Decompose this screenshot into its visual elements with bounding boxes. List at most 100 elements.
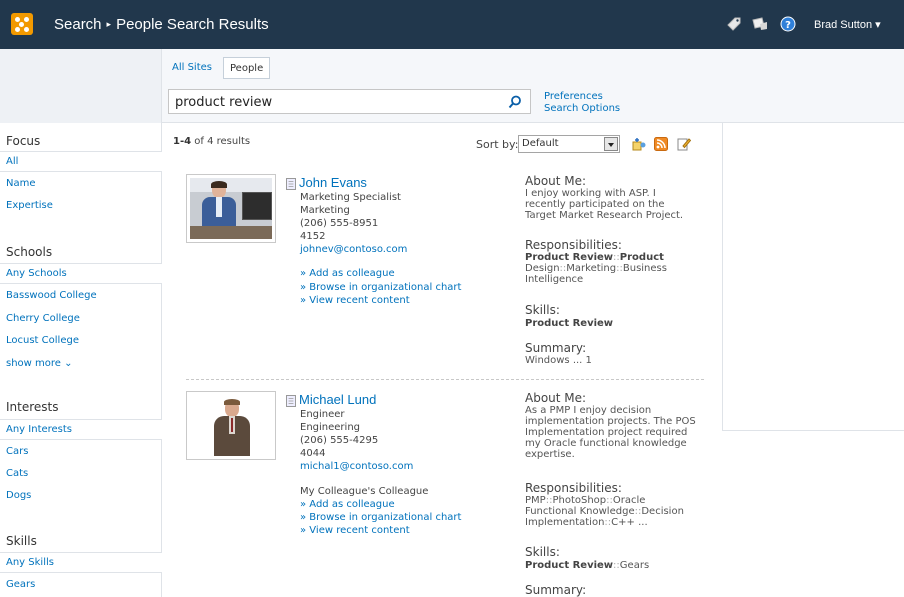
- interests-item-any[interactable]: Any Interests: [0, 419, 162, 440]
- page-title: People Search Results: [116, 16, 269, 33]
- user-menu[interactable]: Brad Sutton ▾: [814, 18, 881, 31]
- resp-sep: ::: [606, 495, 613, 506]
- search-links: Preferences Search Options: [544, 91, 620, 115]
- interests-item-cars[interactable]: Cars: [0, 442, 162, 463]
- tab-people[interactable]: People: [223, 57, 271, 79]
- summary-heading: Summary:: [525, 583, 587, 597]
- interests-item-cats[interactable]: Cats: [0, 464, 162, 485]
- resp-term: C++: [611, 517, 635, 528]
- responsibilities-text: Product Review::Product Design::Marketin…: [525, 252, 707, 285]
- refinement-panel: Focus All Name Expertise Schools Any Sch…: [0, 123, 162, 597]
- sort-value: Default: [522, 138, 559, 149]
- schools-item-basswood[interactable]: Basswood College: [0, 286, 162, 307]
- about-line: Implementation project required: [525, 427, 688, 438]
- interests-item-dogs[interactable]: Dogs: [0, 486, 162, 507]
- schools-show-more[interactable]: show more ⌄: [0, 354, 162, 375]
- person-extension: 4044: [300, 448, 326, 459]
- resp-term: Business: [622, 263, 667, 274]
- responsibilities-heading: Responsibilities:: [525, 481, 622, 495]
- skills-item-gears[interactable]: Gears: [0, 575, 162, 596]
- resp-term: Implementation: [525, 517, 605, 528]
- about-line: expertise.: [525, 449, 575, 460]
- rss-icon[interactable]: [654, 137, 668, 151]
- help-icon[interactable]: ?: [780, 16, 796, 32]
- schools-item-any[interactable]: Any Schools: [0, 263, 162, 284]
- summary-heading: Summary:: [525, 341, 587, 355]
- person-title: Marketing Specialist: [300, 192, 401, 203]
- resp-ellipsis: ...: [638, 517, 648, 528]
- resp-term: Intelligence: [525, 274, 584, 285]
- about-line: Target Market Research Project.: [525, 210, 684, 221]
- search-options-link[interactable]: Search Options: [544, 103, 620, 115]
- focus-heading: Focus: [6, 134, 41, 148]
- person-email-link[interactable]: johnev@contoso.com: [300, 244, 407, 255]
- focus-item-all[interactable]: All: [0, 151, 162, 172]
- preferences-link[interactable]: Preferences: [544, 91, 620, 103]
- resp-term: PMP: [525, 495, 546, 506]
- skills-item-any[interactable]: Any Skills: [0, 552, 162, 573]
- person-name-link[interactable]: Michael Lund: [299, 392, 376, 407]
- resp-term: Functional Knowledge: [525, 506, 635, 517]
- resp-term: Product: [619, 252, 664, 263]
- breadcrumb-separator-icon: ▸: [106, 19, 112, 29]
- search-alert-icon[interactable]: [632, 137, 646, 151]
- skills-heading-result: Skills:: [525, 303, 560, 317]
- notes-icon[interactable]: [752, 16, 768, 32]
- about-me-text: As a PMP I enjoy decision implementation…: [525, 405, 707, 460]
- breadcrumb-search-link[interactable]: Search: [54, 16, 102, 33]
- person-extension: 4152: [300, 231, 326, 242]
- focus-item-expertise[interactable]: Expertise: [0, 196, 162, 217]
- search-query-text: product review: [175, 95, 273, 110]
- search-area-spacer: [0, 49, 162, 123]
- tag-icon[interactable]: [726, 16, 742, 32]
- top-bar: Search ▸ People Search Results ? Brad Sutt…: [0, 0, 904, 49]
- browse-org-chart-link[interactable]: » Browse in organizational chart: [300, 512, 461, 523]
- resp-term: Design: [525, 263, 560, 274]
- right-panel: [722, 123, 904, 431]
- person-department: Marketing: [300, 205, 350, 216]
- about-me-text: I enjoy working with ASP. I recently par…: [525, 188, 707, 221]
- edit-page-icon[interactable]: [677, 137, 691, 151]
- view-recent-content-link[interactable]: » View recent content: [300, 295, 410, 306]
- focus-item-name[interactable]: Name: [0, 174, 162, 195]
- skills-heading-result: Skills:: [525, 545, 560, 559]
- summary-text: Windows ... 1: [525, 355, 592, 366]
- person-email-link[interactable]: michal1@contoso.com: [300, 461, 413, 472]
- schools-item-locust[interactable]: Locust College: [0, 331, 162, 352]
- chevron-down-icon: ▾: [875, 19, 881, 31]
- search-icon[interactable]: [508, 95, 522, 109]
- resp-term: PhotoShop: [552, 495, 607, 506]
- tab-all-sites[interactable]: All Sites: [166, 57, 218, 79]
- profile-photo-michael-lund[interactable]: [186, 391, 276, 460]
- about-line: recently participated on the: [525, 199, 665, 210]
- document-icon: [286, 178, 296, 190]
- about-line: implementation projects. The POS: [525, 416, 696, 427]
- skill-term: Product Review: [525, 560, 614, 571]
- skill-sep: ::: [613, 560, 620, 571]
- browse-org-chart-link[interactable]: » Browse in organizational chart: [300, 282, 461, 293]
- resp-term: Oracle: [612, 495, 646, 506]
- breadcrumb: Search ▸ People Search Results: [54, 16, 269, 33]
- add-as-colleague-link[interactable]: » Add as colleague: [300, 268, 395, 279]
- site-logo-icon[interactable]: [11, 13, 33, 35]
- responsibilities-text: PMP::PhotoShop::Oracle Functional Knowle…: [525, 495, 707, 528]
- portrait-photo-image: [190, 395, 272, 456]
- add-as-colleague-link[interactable]: » Add as colleague: [300, 499, 395, 510]
- sort-select[interactable]: Default: [518, 135, 620, 153]
- about-me-heading: About Me:: [525, 174, 587, 188]
- person-title: Engineer: [300, 409, 345, 420]
- person-department: Engineering: [300, 422, 360, 433]
- person-name-link[interactable]: John Evans: [299, 175, 367, 190]
- view-recent-content-link[interactable]: » View recent content: [300, 525, 410, 536]
- resp-term: Product Review: [525, 252, 614, 263]
- chevron-down-icon[interactable]: [604, 137, 618, 151]
- document-icon: [286, 395, 296, 407]
- interests-heading: Interests: [6, 400, 59, 414]
- search-input[interactable]: product review: [168, 89, 531, 114]
- schools-item-cherry[interactable]: Cherry College: [0, 309, 162, 330]
- office-photo-image: [190, 178, 272, 239]
- about-line: As a PMP I enjoy decision: [525, 405, 652, 416]
- profile-photo-john-evans[interactable]: [186, 174, 276, 243]
- svg-text:?: ?: [785, 20, 791, 31]
- result-count: 1-4 of 4 results: [173, 136, 250, 147]
